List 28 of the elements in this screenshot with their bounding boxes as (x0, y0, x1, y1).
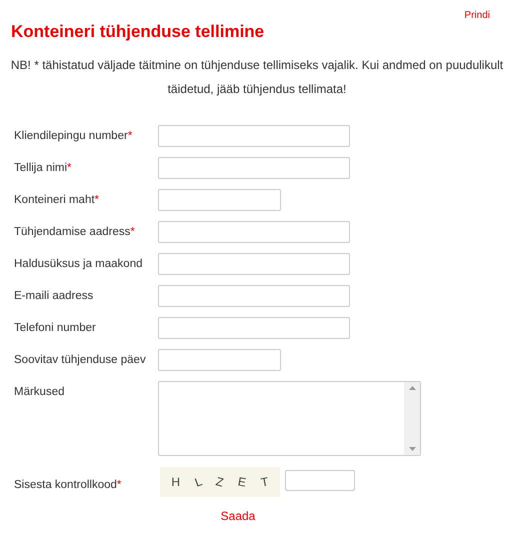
scrollbar[interactable] (404, 382, 420, 455)
scroll-down-icon[interactable] (408, 447, 416, 451)
input-field[interactable] (158, 157, 350, 179)
input-field[interactable] (158, 189, 281, 211)
field-label: Tellija nimi* (13, 161, 73, 176)
field-label: Kliendilepingu number* (13, 129, 134, 144)
page-title: Konteineri tühjenduse tellimine (11, 21, 266, 43)
input-field[interactable] (158, 221, 350, 243)
submit-button[interactable]: Saada (220, 507, 256, 525)
input-field[interactable] (158, 317, 350, 339)
captcha-input[interactable] (285, 470, 355, 491)
field-label: Soovitav tühjenduse päev (13, 353, 147, 368)
notes-field[interactable] (158, 381, 421, 456)
field-label: Telefoni number (13, 321, 97, 336)
field-label: Märkused (13, 385, 66, 400)
input-field[interactable] (158, 349, 281, 371)
field-label: E-maili aadress (13, 289, 94, 304)
field-label: Konteineri maht* (13, 193, 100, 208)
print-link[interactable]: Prindi (464, 8, 490, 23)
scroll-up-icon[interactable] (408, 386, 416, 390)
captcha-image: H L Z E T (160, 467, 280, 497)
field-label: Tühjendamise aadress* (13, 225, 136, 240)
input-field[interactable] (158, 253, 350, 275)
field-label: Sisesta kontrollkood* (13, 478, 122, 493)
input-field[interactable] (158, 125, 350, 147)
input-field[interactable] (158, 285, 350, 307)
notice-text: NB! * tähistatud väljade täitmine on tühjenduse tellimiseks vajalik. Kui andmed on puudulikult täidetud, jääb tühjendus tellimata! (10, 57, 504, 98)
field-label: Haldusüksus ja maakond (13, 257, 144, 272)
